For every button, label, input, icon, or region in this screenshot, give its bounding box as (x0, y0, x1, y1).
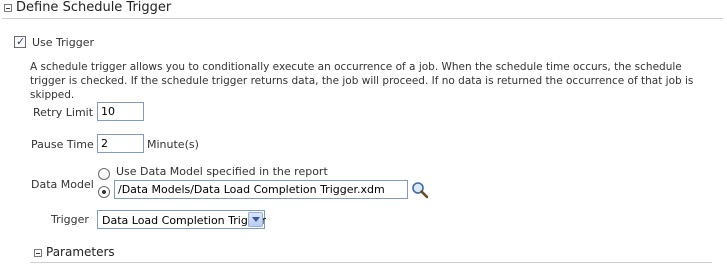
chevron-down-icon[interactable] (248, 212, 263, 227)
pause-time-label: Pause Time (31, 138, 94, 151)
data-model-path-radio[interactable] (98, 186, 110, 198)
trigger-description: A schedule trigger allows you to conditi… (30, 61, 694, 101)
pause-time-unit: Minute(s) (147, 138, 199, 151)
data-model-report-radio[interactable] (98, 168, 110, 180)
data-model-report-option-label: Use Data Model specified in the report (116, 165, 328, 178)
pause-time-input[interactable]: 2 (97, 134, 144, 153)
retry-limit-input[interactable]: 10 (97, 102, 144, 121)
use-trigger-checkbox[interactable]: ✓ (14, 35, 26, 48)
radio-selected-dot (102, 190, 106, 194)
data-model-label: Data Model (31, 178, 94, 191)
section-title: Define Schedule Trigger (16, 0, 172, 15)
parameters-title: Parameters (46, 245, 115, 259)
trigger-select-value: Data Load Completion Trigger (102, 214, 267, 227)
collapse-icon[interactable] (4, 4, 12, 12)
define-schedule-trigger-header: Define Schedule Trigger (2, 0, 723, 19)
trigger-select[interactable]: Data Load Completion Trigger (97, 210, 267, 229)
retry-limit-label: Retry Limit (33, 106, 94, 119)
use-trigger-label: Use Trigger (32, 36, 94, 49)
data-model-path-input[interactable]: /Data Models/Data Load Completion Trigge… (114, 180, 408, 199)
parameters-collapse-icon[interactable] (34, 249, 42, 257)
search-icon[interactable] (411, 181, 429, 199)
parameters-header: Parameters (30, 244, 712, 263)
trigger-label: Trigger (51, 213, 89, 226)
checkmark-icon: ✓ (16, 35, 26, 48)
